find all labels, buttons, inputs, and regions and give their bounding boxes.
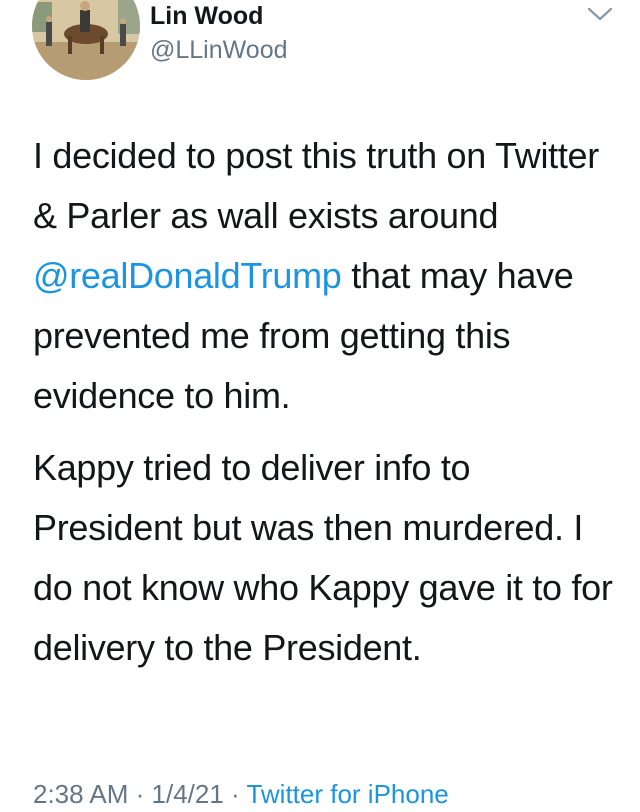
- tweet-date[interactable]: 1/4/21: [152, 779, 224, 809]
- tweet-time[interactable]: 2:38 AM: [33, 779, 128, 809]
- tweet-source-link[interactable]: Twitter for iPhone: [246, 779, 448, 809]
- chevron-down-icon[interactable]: [586, 4, 614, 24]
- tweet-paragraph: I decided to post this truth on Twitter …: [33, 126, 613, 426]
- tweet-text-segment: I decided to post this truth on Twitter …: [33, 135, 599, 236]
- user-handle[interactable]: @LLinWood: [150, 34, 288, 66]
- tweet-meta: 2:38 AM · 1/4/21 · Twitter for iPhone: [33, 776, 449, 812]
- avatar[interactable]: [32, 0, 140, 80]
- separator: ·: [128, 779, 152, 809]
- tweet-text: I decided to post this truth on Twitter …: [33, 126, 613, 678]
- separator: ·: [223, 779, 247, 809]
- mention-link[interactable]: @realDonaldTrump: [33, 255, 342, 296]
- display-name[interactable]: Lin Wood: [150, 0, 263, 32]
- avatar-image: [32, 0, 140, 80]
- tweet-paragraph: Kappy tried to deliver info to President…: [33, 447, 613, 668]
